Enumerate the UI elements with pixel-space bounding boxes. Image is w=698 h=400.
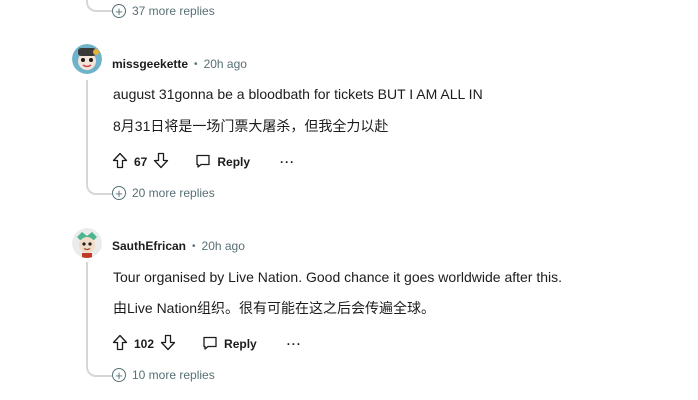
reply-button[interactable]: Reply xyxy=(202,335,257,354)
plus-circle-icon: + xyxy=(112,368,126,382)
separator-dot: • xyxy=(192,240,196,252)
more-replies-label: 20 more replies xyxy=(132,186,215,200)
avatar[interactable] xyxy=(72,228,102,258)
chat-bubble-icon xyxy=(195,153,211,172)
comment-meta: missgeekette • 20h ago xyxy=(112,57,247,71)
avatar[interactable] xyxy=(72,44,102,74)
separator-dot: • xyxy=(194,58,198,70)
comment-meta: SauthEfrican • 20h ago xyxy=(112,239,245,253)
vote-group: 102 xyxy=(112,334,176,354)
more-replies-button[interactable]: + 20 more replies xyxy=(112,186,215,200)
more-horizontal-icon[interactable]: ··· xyxy=(287,337,302,351)
username[interactable]: missgeekette xyxy=(112,57,188,71)
vote-count: 102 xyxy=(134,337,155,351)
more-replies-button[interactable]: + 37 more replies xyxy=(112,4,215,18)
arrow-down-icon[interactable] xyxy=(153,152,169,172)
comment-translation: 由Live Nation组织。很有可能在这之后会传遍全球。 xyxy=(113,300,436,316)
username[interactable]: SauthEfrican xyxy=(112,239,186,253)
arrow-up-icon[interactable] xyxy=(112,334,128,354)
arrow-up-icon[interactable] xyxy=(112,152,128,172)
arrow-down-icon[interactable] xyxy=(160,334,176,354)
vote-group: 67 xyxy=(112,152,169,172)
comment-actions: 67 Reply ··· xyxy=(112,152,295,172)
comment-actions: 102 Reply ··· xyxy=(112,334,302,354)
timestamp[interactable]: 20h ago xyxy=(204,57,247,71)
chat-bubble-icon xyxy=(202,335,218,354)
reply-label: Reply xyxy=(224,337,257,351)
comment-translation: 8月31日将是一场门票大屠杀，但我全力以赴 xyxy=(113,118,389,134)
thread-line[interactable] xyxy=(86,80,88,184)
comment-text: august 31gonna be a bloodbath for ticket… xyxy=(113,86,483,102)
reply-button[interactable]: Reply xyxy=(195,153,250,172)
thread-elbow xyxy=(86,180,112,195)
reply-label: Reply xyxy=(217,155,251,169)
thread-line[interactable] xyxy=(86,262,88,366)
more-replies-button[interactable]: + 10 more replies xyxy=(112,368,215,382)
timestamp[interactable]: 20h ago xyxy=(202,239,245,253)
more-replies-label: 37 more replies xyxy=(132,4,215,18)
more-horizontal-icon[interactable]: ··· xyxy=(280,155,295,169)
thread-elbow xyxy=(86,0,112,12)
thread-elbow xyxy=(86,362,112,377)
plus-circle-icon: + xyxy=(112,186,126,200)
vote-count: 67 xyxy=(134,155,148,169)
comment-text: Tour organised by Live Nation. Good chan… xyxy=(113,269,563,285)
more-replies-label: 10 more replies xyxy=(132,368,215,382)
plus-circle-icon: + xyxy=(112,4,126,18)
